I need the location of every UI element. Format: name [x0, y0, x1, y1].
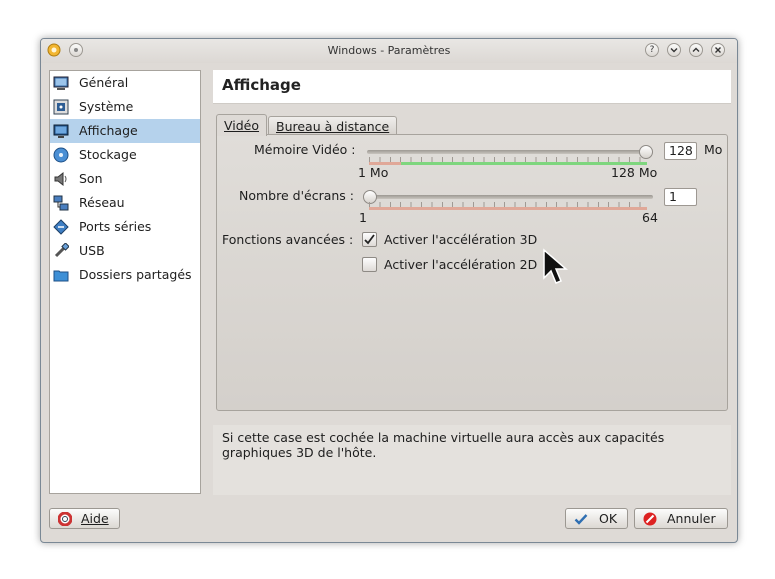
accel-3d-checkbox[interactable] [362, 232, 377, 247]
cancel-button[interactable]: Annuler [634, 508, 728, 529]
page-title: Affichage [222, 76, 301, 94]
tab-remote-display-label: Bureau à distance [276, 119, 390, 134]
settings-window: Windows - Paramètres ? Général Système A… [40, 38, 738, 543]
video-memory-track[interactable] [367, 150, 653, 154]
serial-port-icon [53, 219, 69, 235]
usb-icon [53, 242, 70, 259]
help-icon[interactable]: ? [645, 43, 659, 57]
monitor-icon [53, 75, 69, 91]
sidebar-item-label: Réseau [79, 195, 125, 210]
cancel-icon [643, 512, 657, 526]
settings-sidebar: Général Système Affichage Stockage Son R… [49, 70, 201, 494]
accel-2d-label[interactable]: Activer l'accélération 2D [384, 257, 537, 272]
sidebar-item-label: Stockage [79, 147, 137, 162]
checkmark-icon [364, 234, 375, 245]
maximize-icon[interactable] [689, 43, 703, 57]
chip-icon [53, 99, 69, 115]
description-box: Si cette case est cochée la machine virt… [213, 425, 731, 495]
video-panel: Mémoire Vidéo : 1 Mo 128 Mo 128 Mo Nombr… [216, 134, 728, 411]
screen-count-track[interactable] [367, 195, 653, 199]
video-memory-scale [369, 157, 647, 166]
video-memory-unit: Mo [704, 142, 723, 157]
sidebar-item-serial-ports[interactable]: Ports séries [50, 215, 200, 239]
speaker-icon [53, 171, 69, 187]
screen-count-min-label: 1 [359, 210, 367, 225]
help-button[interactable]: Aide [49, 508, 120, 529]
window-title: Windows - Paramètres [327, 44, 451, 57]
ok-button-label: OK [599, 511, 618, 526]
cancel-button-label: Annuler [667, 511, 716, 526]
disk-icon [53, 147, 69, 163]
sidebar-item-label: Affichage [79, 123, 138, 138]
title-bar: Windows - Paramètres ? [41, 39, 737, 63]
sidebar-item-usb[interactable]: USB [50, 239, 200, 263]
sidebar-item-label: Dossiers partagés [79, 267, 192, 282]
sidebar-item-label: Son [79, 171, 103, 186]
video-memory-max-label: 128 Mo [611, 165, 658, 180]
tab-video-label: Vidéo [224, 118, 260, 133]
close-icon[interactable] [711, 43, 725, 57]
screen-count-max-label: 64 [642, 210, 658, 225]
sidebar-item-general[interactable]: Général [50, 71, 200, 95]
ok-button[interactable]: OK [565, 508, 628, 529]
sidebar-item-display[interactable]: Affichage [50, 119, 200, 143]
sidebar-item-storage[interactable]: Stockage [50, 143, 200, 167]
display-icon [53, 123, 69, 139]
sidebar-item-label: Système [79, 99, 134, 114]
video-memory-min-label: 1 Mo [358, 165, 389, 180]
network-icon [53, 195, 69, 211]
minimize-icon[interactable] [667, 43, 681, 57]
lifebuoy-icon [57, 511, 73, 527]
folder-icon [53, 267, 69, 283]
page-header: Affichage [213, 70, 731, 104]
sidebar-item-audio[interactable]: Son [50, 167, 200, 191]
sidebar-item-system[interactable]: Système [50, 95, 200, 119]
mouse-cursor [541, 248, 569, 291]
sidebar-item-label: Général [79, 75, 129, 90]
tab-remote-display[interactable]: Bureau à distance [268, 116, 398, 135]
screen-count-field[interactable]: 1 [664, 188, 697, 206]
accel-2d-checkbox[interactable] [362, 257, 377, 272]
help-button-label: Aide [81, 511, 109, 526]
description-text: Si cette case est cochée la machine virt… [222, 430, 665, 460]
video-memory-label: Mémoire Vidéo : [254, 142, 356, 157]
sidebar-item-network[interactable]: Réseau [50, 191, 200, 215]
checkmark-icon [574, 512, 588, 526]
screen-count-scale [369, 202, 647, 211]
sidebar-item-label: Ports séries [79, 219, 152, 234]
sidebar-item-label: USB [79, 243, 105, 258]
advanced-features-label: Fonctions avancées : [222, 232, 354, 247]
tab-video[interactable]: Vidéo [216, 114, 268, 136]
accel-3d-label[interactable]: Activer l'accélération 3D [384, 232, 537, 247]
video-memory-field[interactable]: 128 [664, 142, 697, 160]
screen-count-label: Nombre d'écrans : [239, 188, 354, 203]
sidebar-item-shared-folders[interactable]: Dossiers partagés [50, 263, 200, 287]
